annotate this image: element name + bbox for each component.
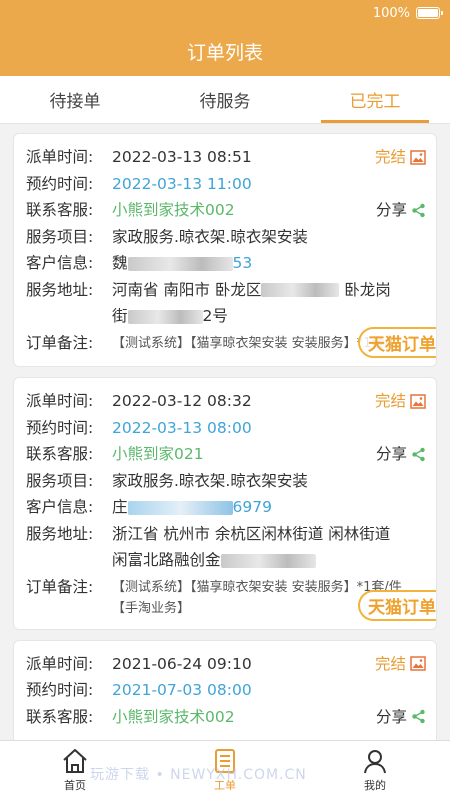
redacted-mask — [127, 309, 203, 324]
field-label: 派单时间: — [26, 654, 94, 673]
share-icon — [412, 203, 425, 217]
address-line1-end: 卧龙岗 — [344, 280, 391, 299]
tab-completed[interactable]: 已完工 — [300, 76, 450, 123]
customer-info-row: 客户信息: 庄 6979 — [26, 494, 426, 521]
field-label: 客户信息: — [26, 498, 94, 516]
battery-percent: 100% — [372, 5, 410, 21]
image-icon — [410, 394, 426, 409]
home-icon — [63, 749, 87, 773]
appointment-time-row: 预约时间: 2022-03-13 11:00 — [26, 171, 426, 198]
service-item-row: 服务项目: 家政服务.晾衣架.晾衣架安装 — [26, 224, 426, 251]
tab-home-label: 首页 — [64, 779, 86, 792]
share-label: 分享 — [375, 707, 407, 726]
work-order-icon — [215, 749, 235, 773]
share-icon — [412, 710, 425, 724]
share-label: 分享 — [375, 201, 407, 219]
completed-status[interactable]: 完结 — [375, 651, 426, 678]
customer-info-value[interactable]: 庄 6979 — [112, 494, 426, 521]
user-icon — [364, 750, 386, 774]
completed-status[interactable]: 完结 — [375, 144, 426, 171]
redacted-mask — [127, 256, 233, 271]
image-icon — [410, 150, 426, 165]
share-button[interactable]: 分享 — [376, 704, 426, 731]
customer-phone-suffix: 6979 — [232, 498, 272, 516]
order-card[interactable]: 派单时间: 2022-03-12 08:32 完结 预约时间: 2022-03-… — [14, 378, 436, 629]
tab-pending-accept[interactable]: 待接单 — [0, 76, 150, 123]
share-button[interactable]: 分享 — [376, 441, 426, 468]
redacted-mask — [127, 500, 233, 515]
service-address-value: 浙江省 杭州市 余杭区闲林街道 闲林街道 闲富北路融创金 — [112, 521, 426, 574]
order-card[interactable]: 派单时间: 2022-03-13 08:51 完结 预约时间: 2022-03-… — [14, 134, 436, 366]
field-label: 服务项目: — [26, 227, 94, 246]
appointment-time-row: 预约时间: 2022-03-13 08:00 — [26, 415, 426, 442]
redacted-mask — [220, 553, 316, 568]
contact-service-row: 联系客服: 小熊到家技术002 分享 — [26, 197, 426, 224]
tmall-order-badge: 天猫订单 — [358, 327, 436, 358]
status-label: 完结 — [374, 392, 406, 410]
address-line2-start: 街 — [112, 307, 128, 325]
field-label: 联系客服: — [26, 707, 94, 726]
service-address-value: 河南省 南阳市 卧龙区 卧龙岗 街 2号 — [112, 277, 426, 330]
dispatch-time-row: 派单时间: 2022-03-12 08:32 完结 — [26, 388, 426, 415]
customer-info-row: 客户信息: 魏 53 — [26, 250, 426, 277]
battery-icon — [416, 7, 443, 19]
order-list[interactable]: 派单时间: 2022-03-13 08:51 完结 预约时间: 2022-03-… — [0, 124, 450, 740]
customer-name-prefix: 魏 — [112, 254, 128, 272]
order-card[interactable]: 派单时间: 2021-06-24 09:10 完结 预约时间: 2021-07-… — [14, 640, 436, 740]
field-label: 联系客服: — [26, 201, 94, 219]
customer-phone-suffix: 53 — [232, 254, 253, 272]
address-line1: 浙江省 杭州市 余杭区闲林街道 闲林街道 — [112, 524, 391, 543]
field-label: 订单备注: — [26, 577, 94, 596]
share-button[interactable]: 分享 — [376, 197, 426, 224]
field-label: 派单时间: — [26, 148, 94, 166]
bottom-tab-bar: 首页 工单 我的 — [0, 740, 450, 800]
field-label: 联系客服: — [26, 445, 94, 463]
appointment-time-value: 2022-03-13 08:00 — [112, 418, 252, 437]
share-icon — [412, 447, 425, 461]
tab-work-order-label: 工单 — [214, 779, 236, 792]
tab-home[interactable]: 首页 — [0, 741, 150, 800]
image-icon — [410, 656, 426, 671]
tmall-order-badge: 天猫订单 — [358, 589, 436, 621]
dispatch-time-row: 派单时间: 2021-06-24 09:10 完结 — [26, 651, 426, 678]
address-line1-start: 河南省 南阳市 卧龙区 — [112, 280, 262, 299]
field-label: 服务项目: — [26, 471, 94, 490]
status-bar: 100% — [0, 0, 450, 26]
tab-mine[interactable]: 我的 — [300, 741, 450, 800]
contact-service-row: 联系客服: 小熊到家021 分享 — [26, 441, 426, 468]
contact-service-row: 联系客服: 小熊到家技术002 分享 — [26, 704, 426, 731]
field-label: 派单时间: — [26, 392, 94, 410]
dispatch-time-row: 派单时间: 2022-03-13 08:51 完结 — [26, 144, 426, 171]
appointment-time-value: 2022-03-13 11:00 — [112, 174, 252, 193]
redacted-mask — [261, 283, 340, 297]
page-title: 订单列表 — [186, 41, 263, 64]
status-label: 完结 — [374, 148, 406, 166]
field-label: 预约时间: — [26, 174, 94, 193]
field-label: 客户信息: — [26, 254, 94, 272]
field-label: 订单备注: — [26, 333, 94, 352]
service-item-value: 家政服务.晾衣架.晾衣架安装 — [112, 227, 308, 246]
field-label: 服务地址: — [26, 524, 94, 543]
customer-info-value[interactable]: 魏 53 — [112, 250, 426, 277]
customer-name-prefix: 庄 — [112, 498, 128, 516]
service-item-value: 家政服务.晾衣架.晾衣架安装 — [112, 471, 308, 490]
address-line2-start: 闲富北路融创金 — [112, 551, 221, 569]
service-address-row: 服务地址: 浙江省 杭州市 余杭区闲林街道 闲林街道 闲富北路融创金 — [26, 521, 426, 574]
nav-bar: 订单列表 — [0, 26, 450, 76]
field-label: 预约时间: — [26, 418, 94, 437]
service-address-row: 服务地址: 河南省 南阳市 卧龙区 卧龙岗 街 2号 — [26, 277, 426, 330]
tab-pending-service[interactable]: 待服务 — [150, 76, 300, 123]
service-item-row: 服务项目: 家政服务.晾衣架.晾衣架安装 — [26, 468, 426, 495]
appointment-time-value: 2021-07-03 08:00 — [112, 681, 252, 699]
tab-work-order[interactable]: 工单 — [150, 741, 300, 800]
address-line2-end: 2号 — [202, 307, 228, 325]
share-label: 分享 — [375, 445, 407, 463]
tab-mine-label: 我的 — [364, 779, 386, 792]
appointment-time-row: 预约时间: 2021-07-03 08:00 — [26, 677, 426, 704]
status-label: 完结 — [374, 654, 406, 673]
completed-status[interactable]: 完结 — [375, 388, 426, 415]
field-label: 预约时间: — [26, 681, 94, 699]
field-label: 服务地址: — [26, 280, 94, 299]
order-tabs: 待接单 待服务 已完工 — [0, 76, 450, 124]
